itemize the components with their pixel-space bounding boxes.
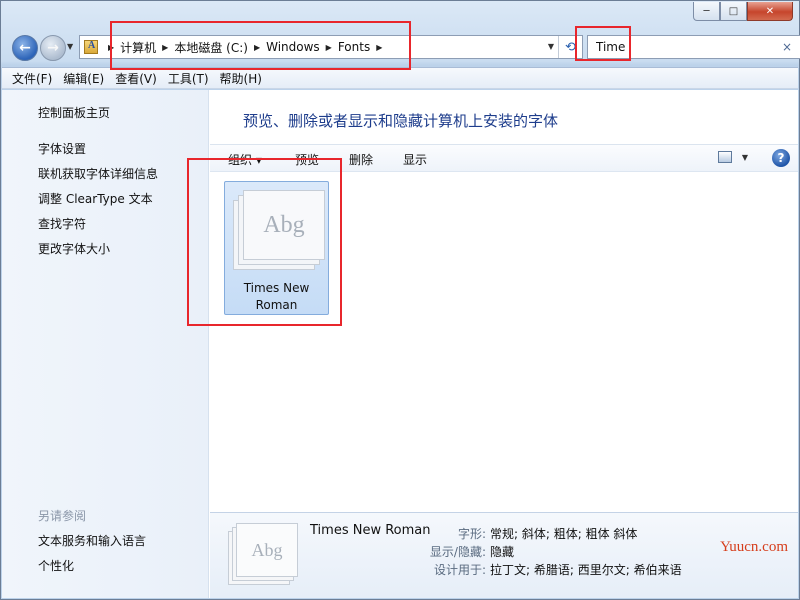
breadcrumb-local-disk[interactable]: 本地磁盘 (C:) <box>174 39 248 56</box>
page-title: 预览、删除或者显示和隐藏计算机上安装的字体 <box>243 112 559 130</box>
details-row-style: 字形: 常规; 斜体; 粗体; 粗体 斜体 <box>396 525 637 542</box>
refresh-icon: ⟲ <box>565 39 576 55</box>
details-pane: Abg Times New Roman 字形: 常规; 斜体; 粗体; 粗体 斜体… <box>210 512 798 598</box>
details-row-designed-for: 设计用于: 拉丁文; 希腊语; 西里尔文; 希伯来语 <box>396 561 682 578</box>
fonts-folder-icon <box>80 36 102 58</box>
menu-edit[interactable]: 编辑(E) <box>63 70 104 87</box>
get-font-info-online-link[interactable]: 联机获取字体详细信息 <box>38 165 158 182</box>
crumb-separator-icon[interactable]: ▶ <box>326 43 332 52</box>
details-key: 设计用于: <box>433 563 486 577</box>
forward-button[interactable]: → <box>40 35 66 61</box>
crumb-separator-icon[interactable]: ▶ <box>254 43 260 52</box>
menu-bar: 文件(F) 编辑(E) 查看(V) 工具(T) 帮助(H) <box>2 67 798 89</box>
navigation-bar: ← → ▼ ▶ 计算机 ▶ 本地磁盘 (C:) ▶ Windows ▶ Font… <box>9 31 800 63</box>
details-key: 显示/隐藏: <box>429 545 486 559</box>
recent-pages-dropdown[interactable]: ▼ <box>67 42 73 51</box>
back-button[interactable]: ← <box>12 35 38 61</box>
font-item-times-new-roman[interactable]: Abg Times New Roman <box>224 181 329 315</box>
font-name-line-2: Roman <box>255 298 298 312</box>
font-sample: Abg <box>263 211 305 238</box>
search-input[interactable] <box>596 40 776 54</box>
change-font-size-link[interactable]: 更改字体大小 <box>38 240 110 257</box>
delete-button[interactable]: 删除 <box>349 151 373 168</box>
details-key: 字形: <box>457 527 486 541</box>
adjust-cleartype-link[interactable]: 调整 ClearType 文本 <box>38 190 153 207</box>
font-file-icon: Abg <box>233 190 325 270</box>
main-pane: 预览、删除或者显示和隐藏计算机上安装的字体 组织 ▾ 预览 删除 显示 ▼ ? … <box>210 90 798 598</box>
crumb-separator-icon[interactable]: ▶ <box>162 43 168 52</box>
help-icon[interactable]: ? <box>772 149 790 167</box>
close-button[interactable]: ✕ <box>747 2 793 21</box>
font-settings-link[interactable]: 字体设置 <box>38 140 86 157</box>
address-bar[interactable]: ▶ 计算机 ▶ 本地磁盘 (C:) ▶ Windows ▶ Fonts ▶ ▼ … <box>79 35 583 59</box>
refresh-button[interactable]: ⟲ <box>558 36 582 58</box>
font-name-line-1: Times New <box>243 281 310 295</box>
crumb-separator-icon[interactable]: ▶ <box>108 43 114 52</box>
breadcrumb-computer[interactable]: 计算机 <box>120 39 156 56</box>
details-value: 常规; 斜体; 粗体; 粗体 斜体 <box>490 527 638 541</box>
details-row-visibility: 显示/隐藏: 隐藏 <box>396 543 514 560</box>
preview-button[interactable]: 预览 <box>295 151 319 168</box>
view-options-dropdown[interactable]: ▼ <box>742 153 748 162</box>
menu-view[interactable]: 查看(V) <box>115 70 157 87</box>
command-bar: 组织 ▾ 预览 删除 显示 ▼ ? <box>210 144 798 172</box>
show-button[interactable]: 显示 <box>403 151 427 168</box>
breadcrumb-windows[interactable]: Windows <box>266 40 320 54</box>
menu-tools[interactable]: 工具(T) <box>168 70 209 87</box>
minimize-button[interactable]: ─ <box>693 2 720 21</box>
crumb-separator-icon[interactable]: ▶ <box>376 43 382 52</box>
personalization-link[interactable]: 个性化 <box>38 557 74 574</box>
task-pane: 控制面板主页 字体设置 联机获取字体详细信息 调整 ClearType 文本 查… <box>2 90 209 598</box>
text-services-link[interactable]: 文本服务和输入语言 <box>38 532 146 549</box>
maximize-button[interactable]: □ <box>720 2 747 21</box>
caption-buttons: ─ □ ✕ <box>693 2 793 21</box>
clear-search-icon[interactable]: × <box>782 40 792 54</box>
control-panel-home-link[interactable]: 控制面板主页 <box>38 104 110 121</box>
font-item-label: Times New Roman <box>225 280 328 314</box>
change-view-icon[interactable] <box>718 151 732 163</box>
details-value: 拉丁文; 希腊语; 西里尔文; 希伯来语 <box>490 563 682 577</box>
arrow-left-icon: ← <box>19 40 31 56</box>
details-font-sample: Abg <box>251 539 283 560</box>
content-area: 控制面板主页 字体设置 联机获取字体详细信息 调整 ClearType 文本 查… <box>2 90 798 598</box>
see-also-heading: 另请参阅 <box>38 509 87 523</box>
find-character-link[interactable]: 查找字符 <box>38 215 86 232</box>
search-box[interactable]: × <box>587 35 800 59</box>
menu-file[interactable]: 文件(F) <box>12 70 52 87</box>
address-history-dropdown[interactable]: ▼ <box>548 42 554 51</box>
details-value: 隐藏 <box>490 545 515 559</box>
menu-help[interactable]: 帮助(H) <box>220 70 262 87</box>
breadcrumb-fonts[interactable]: Fonts <box>338 40 370 54</box>
arrow-right-icon: → <box>47 40 59 56</box>
organize-button[interactable]: 组织 ▾ <box>228 151 262 168</box>
watermark: Yuucn.com <box>720 539 788 555</box>
font-preview-icon: Abg <box>228 523 300 585</box>
explorer-window: ─ □ ✕ ← → ▼ ▶ 计算机 ▶ 本地磁盘 (C:) ▶ Windows … <box>0 0 800 600</box>
